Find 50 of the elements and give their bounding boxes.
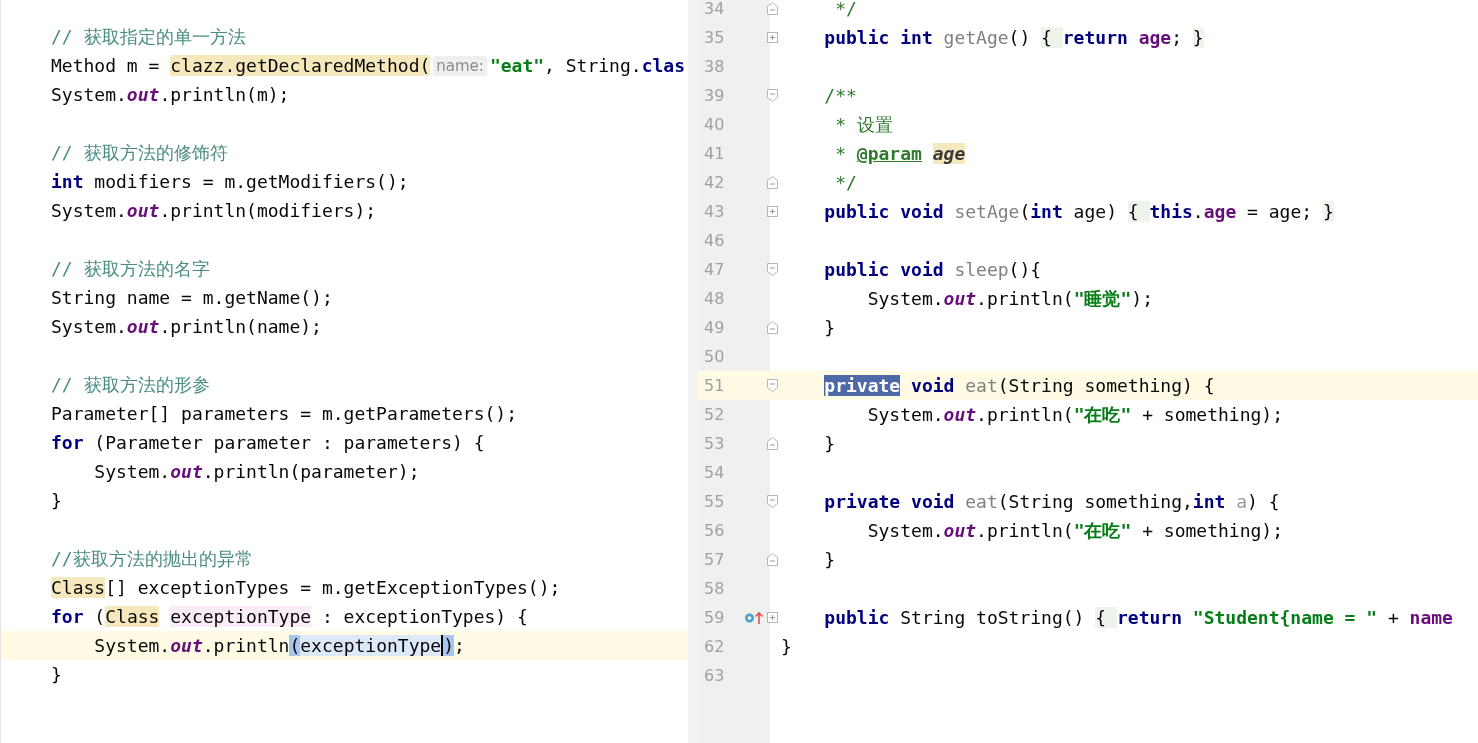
code-line: System.out.println(m); [50,83,291,107]
line-number: 39 [703,86,726,105]
line-number: 59 [703,608,726,627]
line-number: 58 [703,579,726,598]
collapse-icon[interactable] [766,176,778,189]
override-icon[interactable] [744,610,764,625]
code-line: public int getAge() { return age; } [778,27,1204,48]
code-line: System.out.println("在吃" + something); [778,518,1284,543]
line-number: 42 [703,173,726,192]
line-number: 56 [703,521,726,540]
code-line: private void eat(String something,int a) { [778,491,1280,512]
line-number: 48 [703,289,726,308]
line-number: 57 [703,550,726,569]
code-line: System.out.println("睡觉"); [778,286,1153,311]
expand-icon[interactable] [766,32,778,43]
line-number: 43 [703,202,726,221]
line-number: 51 [703,376,726,395]
line-number: 55 [703,492,726,511]
code-line: for (Class exceptionType : exceptionTypes) { [50,605,529,629]
collapse-icon[interactable] [766,89,778,102]
code-line: System.out.println("在吃" + something); [778,402,1284,427]
collapse-icon[interactable] [766,379,778,392]
line-number: 49 [703,318,726,337]
collapse-icon[interactable] [766,321,778,334]
code-line: private void eat(String something) { [778,375,1215,396]
line-number: 50 [703,347,726,366]
line-number: 46 [703,231,726,250]
line-number: 52 [703,405,726,424]
line-number: 35 [703,28,726,47]
line-number: 53 [703,434,726,453]
collapse-icon[interactable] [766,495,778,508]
line-number: 63 [703,666,726,685]
line-number: 54 [703,463,726,482]
line-number: 34 [703,0,726,18]
code-line: public void setAge(int age) { this.age = age; } [778,201,1334,222]
collapse-icon[interactable] [766,263,778,276]
collapse-icon[interactable] [766,2,778,15]
line-number: 38 [703,57,726,76]
line-number: 40 [703,115,726,134]
line-number: 47 [703,260,726,279]
expand-icon[interactable] [766,612,778,623]
code-line: public String toString() { return "Student{name = " + name [778,607,1453,628]
code-line: System.out.println(parameter); [1,457,688,486]
collapse-icon[interactable] [766,553,778,566]
line-number: 62 [703,637,726,656]
line-number: 41 [703,144,726,163]
code-line: Method m = clazz.getDeclaredMethod( name: "eat", String.clas [50,54,686,78]
code-line: * @param age [778,143,966,164]
expand-icon[interactable] [766,206,778,217]
collapse-icon[interactable] [766,437,778,450]
